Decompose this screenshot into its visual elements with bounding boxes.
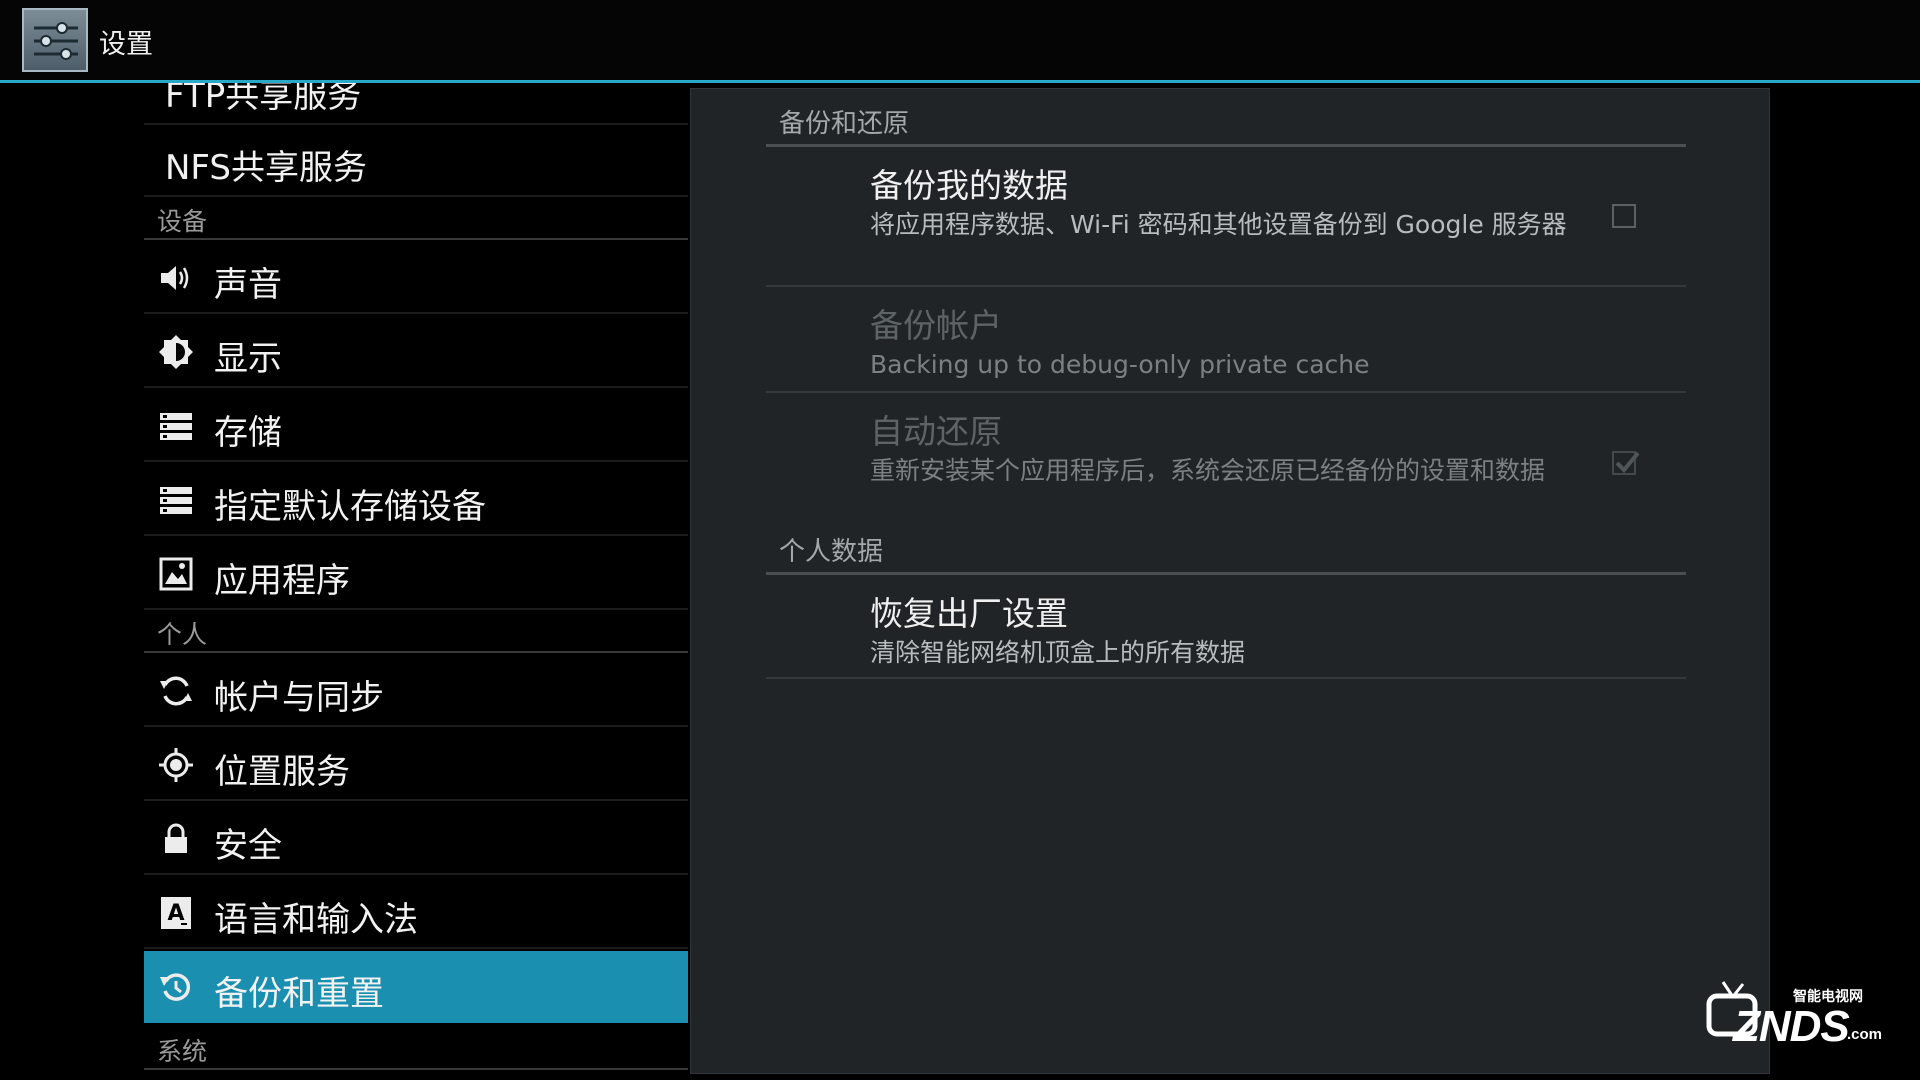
sidebar-item-location[interactable]: 位置服务 (144, 729, 688, 801)
watermark-suffix: .com (1847, 1026, 1883, 1043)
pref-title: 恢复出厂设置 (870, 594, 1068, 633)
pref-summary: 重新安装某个应用程序后，系统会还原已经备份的设置和数据 (870, 456, 1546, 485)
category-system: 系统 (144, 1030, 688, 1070)
sidebar-item-label: 帐户与同步 (214, 678, 384, 718)
znds-watermark-logo: 智能电视网 ZNDS .com (1705, 980, 1885, 1051)
sidebar-item-label: 语言和输入法 (214, 900, 418, 940)
storage-icon (160, 487, 192, 514)
sidebar-item-label: 备份和重置 (214, 974, 384, 1014)
category-label: 设备 (157, 207, 208, 236)
category-label: 个人 (157, 620, 208, 649)
watermark-brand: ZNDS (1733, 1002, 1850, 1051)
page-title: 设置 (99, 29, 153, 60)
speaker-icon (161, 266, 189, 290)
sync-icon (160, 676, 192, 706)
sidebar-item-storage[interactable]: 存储 (144, 390, 688, 462)
pref-backup-account[interactable]: 备份帐户 Backing up to debug-only private ca… (766, 287, 1686, 393)
pref-summary: 将应用程序数据、Wi-Fi 密码和其他设置备份到 Google 服务器 (870, 210, 1567, 239)
sidebar-item-language-input[interactable]: A 语言和输入法 (144, 877, 688, 949)
sidebar-item-security[interactable]: 安全 (144, 803, 688, 875)
category-personal: 个人 (144, 613, 688, 653)
pref-factory-reset[interactable]: 恢复出厂设置 清除智能网络机顶盒上的所有数据 (766, 575, 1686, 679)
sidebar-item-label: FTP共享服务 (165, 83, 362, 116)
sidebar-item-display[interactable]: 显示 (144, 316, 688, 388)
sidebar-item-label: NFS共享服务 (165, 148, 367, 188)
sidebar-item-backup-reset[interactable]: 备份和重置 (144, 951, 688, 1023)
keyboard-icon: A (161, 897, 191, 929)
auto-restore-checkbox[interactable] (1612, 451, 1640, 475)
backup-data-checkbox[interactable] (1612, 204, 1636, 228)
pref-title: 自动还原 (870, 412, 1002, 451)
sidebar-item-sound[interactable]: 声音 (144, 242, 688, 314)
sidebar-item-default-storage[interactable]: 指定默认存储设备 (144, 464, 688, 536)
pref-summary: Backing up to debug-only private cache (870, 350, 1370, 379)
sidebar-item-label: 显示 (214, 339, 282, 379)
sidebar-item-label: 存储 (214, 413, 282, 453)
section-header-label: 个人数据 (779, 537, 884, 567)
backup-restore-icon (160, 973, 191, 1001)
sidebar-item-nfs-share[interactable]: NFS共享服务 (144, 125, 688, 197)
pref-summary: 清除智能网络机顶盒上的所有数据 (870, 638, 1246, 667)
section-header-label: 备份和还原 (779, 109, 910, 139)
settings-sliders-icon[interactable] (22, 8, 88, 72)
category-label: 系统 (157, 1037, 208, 1066)
brightness-icon (159, 335, 193, 369)
sidebar-item-label: 应用程序 (214, 561, 350, 601)
backup-reset-detail-pane: 备份和还原 备份我的数据 将应用程序数据、Wi-Fi 密码和其他设置备份到 Go… (690, 88, 1770, 1074)
section-header-personal-data: 个人数据 (766, 523, 1686, 575)
location-icon (159, 748, 193, 782)
pref-auto-restore[interactable]: 自动还原 重新安装某个应用程序后，系统会还原已经备份的设置和数据 (766, 393, 1686, 529)
settings-header-list[interactable]: FTP共享服务 NFS共享服务 设备 声音 显示 存储 指定默认存储设备 应用程… (144, 83, 688, 1080)
sidebar-item-ftp-share[interactable]: FTP共享服务 (144, 83, 688, 125)
settings-screen: 设置 FTP共享服务 NFS共享服务 设备 声音 显示 存储 指定默认存储设备 … (0, 0, 1920, 1080)
sidebar-item-label: 位置服务 (214, 752, 350, 792)
storage-icon (160, 413, 192, 440)
pref-title: 备份帐户 (870, 306, 1002, 345)
section-header-backup-restore: 备份和还原 (766, 95, 1686, 147)
svg-text:A: A (167, 901, 184, 926)
sidebar-item-label: 声音 (214, 265, 282, 305)
pref-title: 备份我的数据 (870, 166, 1068, 205)
sidebar-item-apps[interactable]: 应用程序 (144, 538, 688, 610)
category-device: 设备 (144, 200, 688, 240)
sidebar-item-accounts-sync[interactable]: 帐户与同步 (144, 655, 688, 727)
sidebar-item-label: 指定默认存储设备 (214, 487, 486, 527)
check-icon (1615, 451, 1640, 473)
action-bar: 设置 (0, 0, 1920, 80)
lock-icon (165, 823, 187, 853)
sidebar-item-label: 安全 (214, 826, 282, 866)
apps-icon (159, 557, 193, 591)
pref-backup-my-data[interactable]: 备份我的数据 将应用程序数据、Wi-Fi 密码和其他设置备份到 Google 服… (766, 147, 1686, 287)
